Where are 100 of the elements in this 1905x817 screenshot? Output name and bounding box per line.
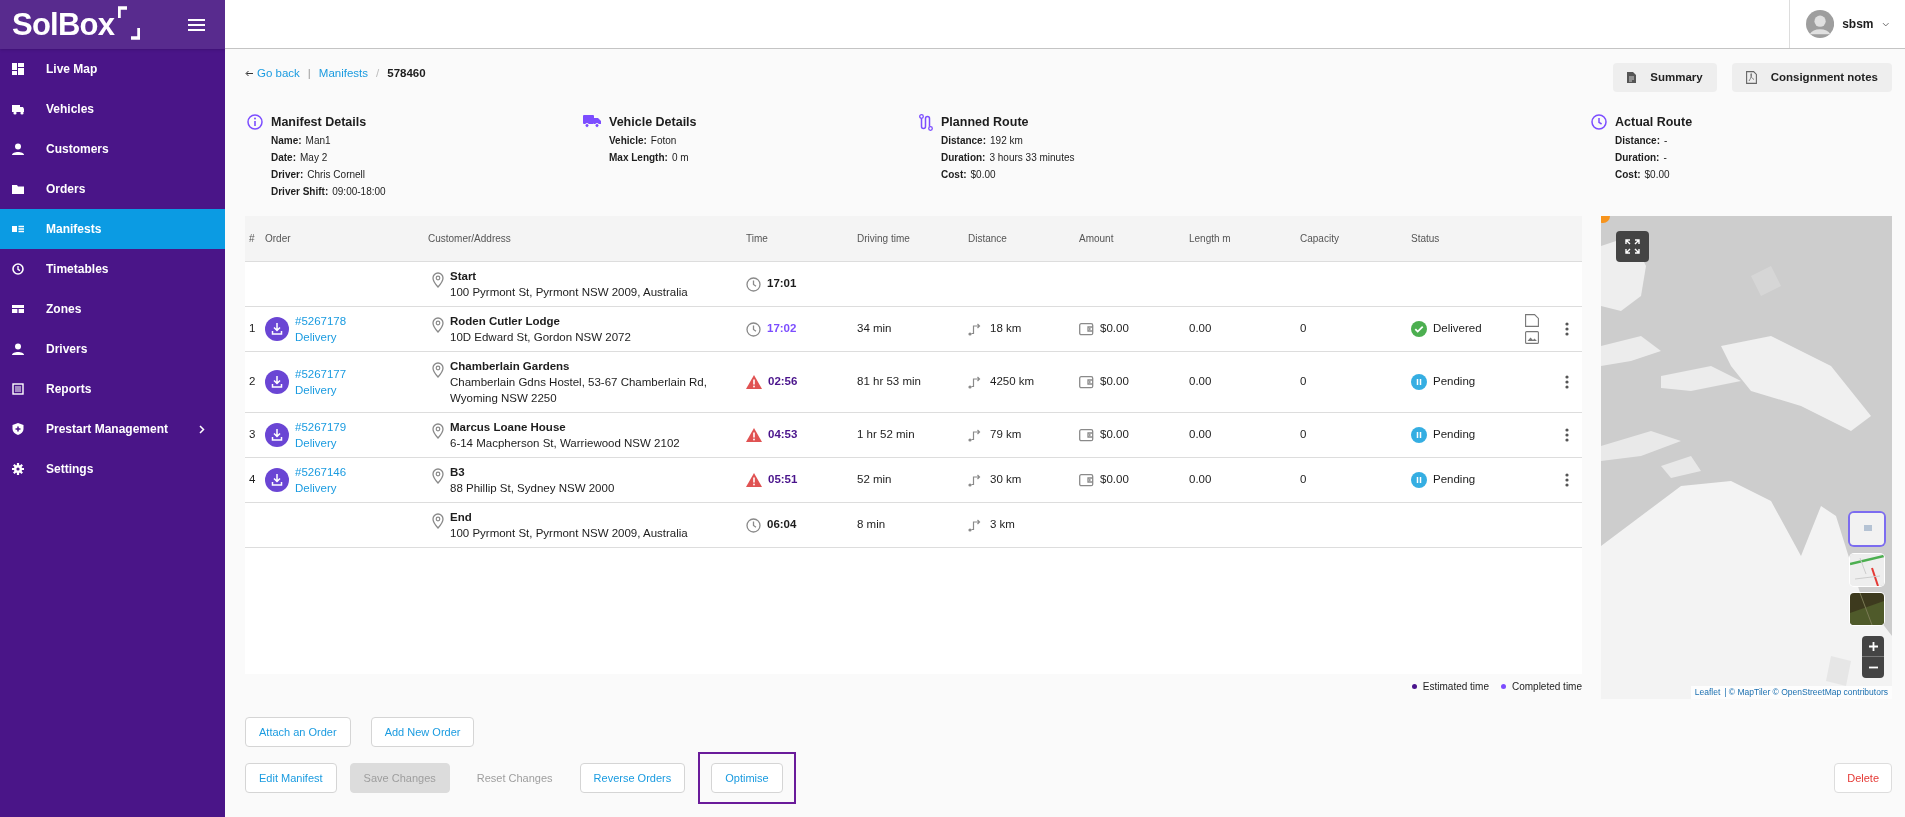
action-button[interactable]: Summary: [1613, 63, 1717, 92]
time-value: 02:56: [768, 374, 798, 390]
attribution-link[interactable]: Leaflet: [1694, 686, 1721, 699]
field-value: Foton: [650, 134, 677, 148]
clock-icon: [12, 263, 24, 275]
action-button[interactable]: Edit Manifest: [245, 763, 337, 793]
action-button[interactable]: Consignment notes: [1731, 63, 1892, 92]
distance-value: 4250 km: [990, 374, 1035, 390]
download-icon: [265, 370, 289, 394]
nav-item[interactable]: Drivers: [0, 329, 225, 369]
customer-address: 100 Pyrmont St, Pyrmont NSW 2009, Australia: [450, 526, 688, 541]
action-button[interactable]: Reverse Orders: [579, 763, 686, 793]
nav-item[interactable]: Vehicles: [0, 89, 225, 129]
pin-icon: [432, 272, 444, 288]
nav-item[interactable]: Prestart Management: [0, 409, 225, 449]
order-link[interactable]: #5267177: [295, 366, 347, 382]
field-label: Date:: [271, 151, 296, 165]
field-value: May 2: [300, 151, 328, 165]
document-icon: [1627, 72, 1637, 83]
order-type: Delivery: [295, 330, 338, 345]
column-header: Amount: [1079, 233, 1114, 244]
logo-text: SolBox: [12, 9, 115, 40]
distance-value: 79 km: [990, 427, 1022, 443]
length-value: 0.00: [1189, 427, 1213, 443]
distance-value: 18 km: [990, 321, 1022, 337]
nav-item[interactable]: Settings: [0, 449, 225, 489]
user-menu[interactable]: sbsm: [1789, 0, 1905, 48]
customer-address: 100 Pyrmont St, Pyrmont NSW 2009, Australia: [450, 285, 688, 300]
customer-address: Chamberlain Gdns Hostel, 53-67 Chamberlain Rd, Wyoming NSW 2250: [450, 375, 708, 406]
shield-icon: [12, 423, 24, 435]
field-value: -: [1664, 134, 1668, 148]
legend-label: Estimated time: [1422, 680, 1489, 694]
download-icon: [265, 317, 289, 341]
field-label: Duration:: [941, 151, 986, 165]
field-value: 3 hours 33 minutes: [989, 151, 1075, 165]
more-icon[interactable]: [1565, 428, 1569, 442]
field-value: 192 km: [990, 134, 1023, 148]
column-header: Distance: [968, 233, 1007, 244]
more-icon[interactable]: [1565, 375, 1569, 389]
amount-value: $0.00: [1100, 472, 1129, 488]
section-title: Planned Route: [941, 114, 1030, 131]
section-title: Manifest Details: [271, 114, 368, 131]
attribution-text: | © MapTiler © OpenStreetMap contributors: [1724, 686, 1888, 699]
menu-icon[interactable]: [188, 18, 205, 31]
image-icon[interactable]: [1525, 331, 1539, 344]
field-label: Cost:: [941, 168, 967, 182]
download-icon: [265, 423, 289, 447]
field-value: 0 m: [671, 151, 689, 165]
folder-icon: [12, 183, 24, 195]
nav-item[interactable]: Orders: [0, 169, 225, 209]
customer-name: Start: [450, 269, 478, 284]
action-button[interactable]: Add New Order: [370, 717, 475, 747]
time-value: 04:53: [768, 427, 798, 443]
column-header: Time: [746, 233, 768, 244]
nav-item[interactable]: Customers: [0, 129, 225, 169]
nav-item[interactable]: Manifests: [0, 209, 225, 249]
document-icon[interactable]: [1525, 314, 1539, 327]
grid-icon: [12, 63, 24, 75]
order-link[interactable]: #5267179: [295, 419, 347, 435]
wallet-icon: [1079, 322, 1094, 336]
route-icon: [968, 322, 982, 336]
row-number: 3: [248, 427, 257, 443]
map[interactable]: Leaflet | © MapTiler © OpenStreetMap contributors: [1601, 216, 1892, 699]
separator: /: [376, 66, 380, 81]
action-button[interactable]: Attach an Order: [245, 717, 351, 747]
length-value: 0.00: [1189, 374, 1213, 390]
more-icon[interactable]: [1565, 473, 1569, 487]
back-link[interactable]: Go back: [245, 65, 300, 83]
column-header: Order: [265, 233, 291, 244]
customer-address: 6-14 Macpherson St, Warriewood NSW 2102: [450, 436, 680, 451]
more-icon[interactable]: [1565, 322, 1569, 336]
capacity-value: 0: [1300, 374, 1308, 390]
order-link[interactable]: #5267146: [295, 464, 347, 480]
bracket-icon: [118, 5, 141, 40]
field-value: -: [1663, 151, 1667, 165]
map-layer-button[interactable]: [1850, 554, 1884, 586]
route-icon: [968, 518, 982, 532]
action-button[interactable]: Optimise: [711, 763, 783, 793]
field-value: 09:00-18:00: [332, 185, 386, 199]
nav-item[interactable]: Live Map: [0, 49, 225, 89]
separator: |: [307, 66, 311, 81]
nav-item[interactable]: Zones: [0, 289, 225, 329]
distance-value: 3 km: [990, 517, 1015, 533]
wallet-icon: [1079, 428, 1094, 442]
order-link[interactable]: #5267178: [295, 313, 347, 329]
nav-item[interactable]: Timetables: [0, 249, 225, 289]
avatar-icon: [1806, 9, 1835, 39]
time-value: 06:04: [767, 517, 797, 533]
delete-button[interactable]: Delete: [1834, 763, 1892, 793]
breadcrumb-link[interactable]: Manifests: [318, 65, 369, 83]
settings-icon: [12, 463, 24, 475]
field-value: $0.00: [970, 168, 996, 182]
customer-name: Roden Cutler Lodge: [450, 314, 561, 329]
wallet-icon: [1079, 375, 1094, 389]
capacity-value: 0: [1300, 321, 1308, 337]
column-header: Capacity: [1300, 233, 1339, 244]
fullscreen-button[interactable]: [1616, 231, 1649, 262]
customer-address: 88 Phillip St, Sydney NSW 2000: [450, 481, 615, 496]
nav-item[interactable]: Reports: [0, 369, 225, 409]
field-label: Name:: [271, 134, 302, 148]
